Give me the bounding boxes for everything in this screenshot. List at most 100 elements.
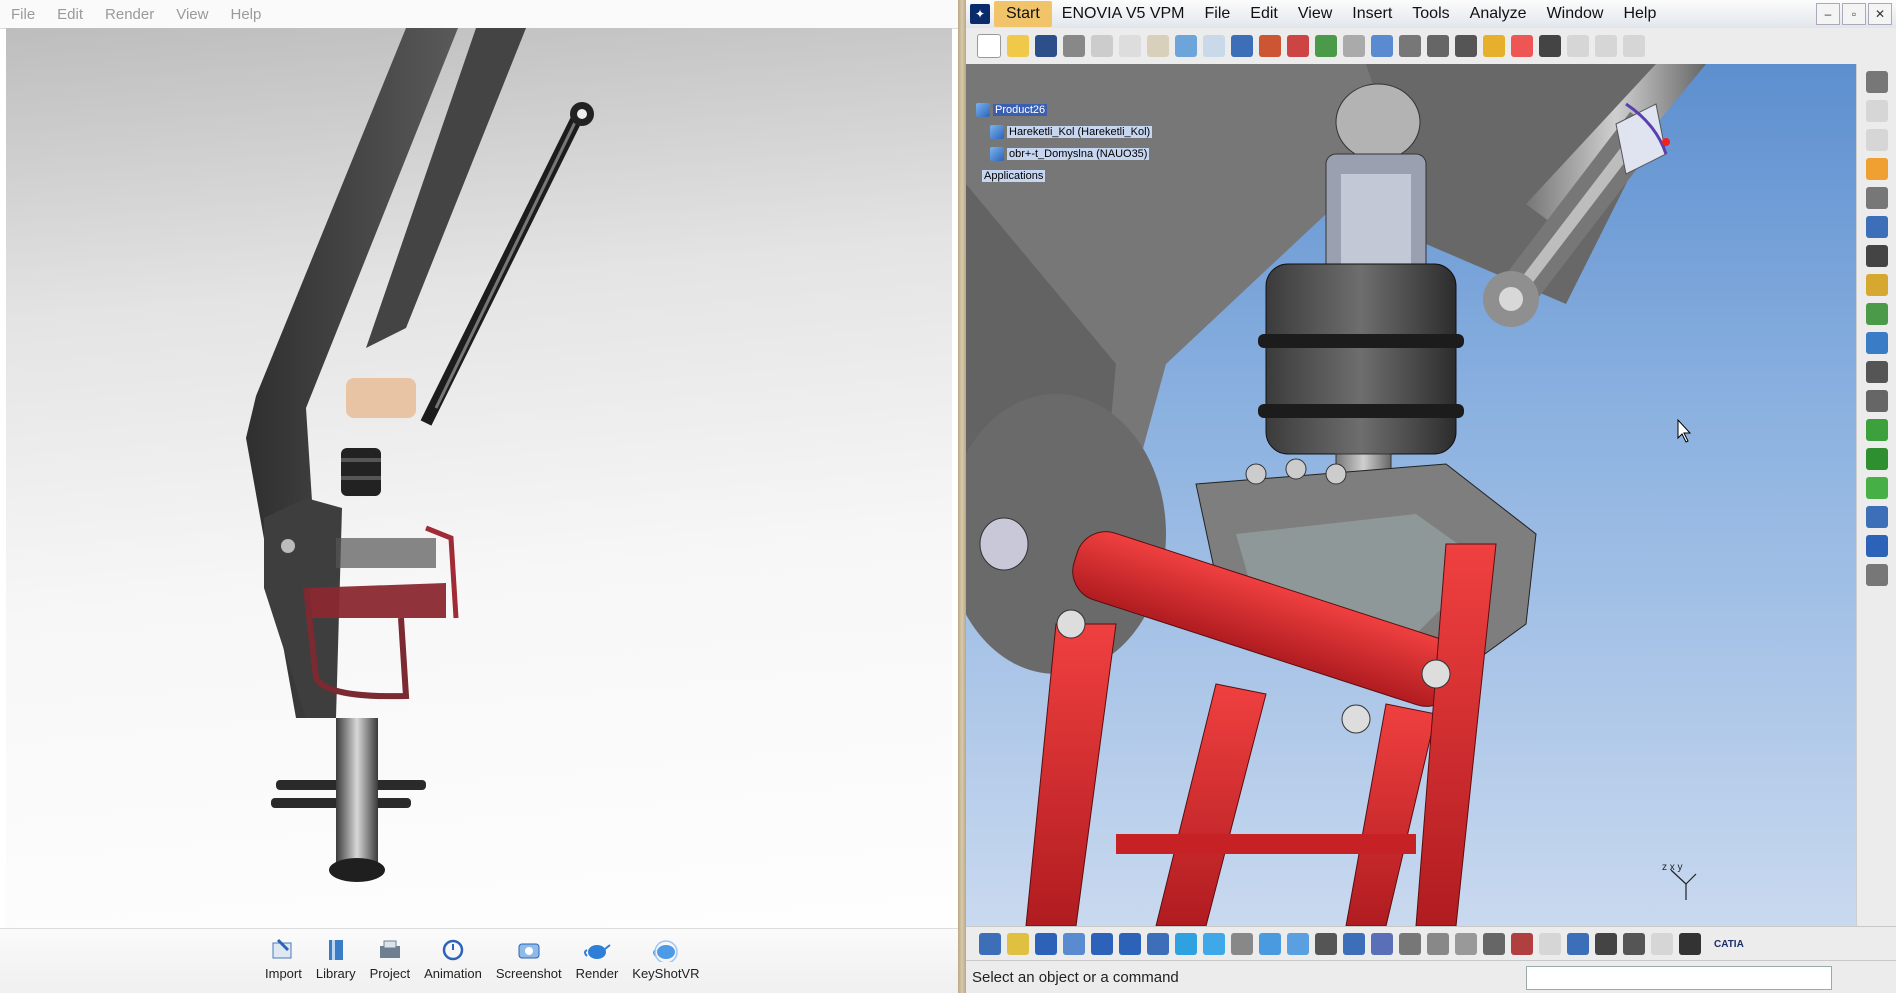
tree-node-obr[interactable]: obr+-t_Domyslna (NAUO35) xyxy=(990,146,1150,162)
menu-tools[interactable]: Tools xyxy=(1402,5,1459,23)
restore-icon[interactable]: ▫ xyxy=(1842,3,1866,25)
manipulate-icon[interactable] xyxy=(1427,35,1449,57)
disabled-tool-icon[interactable] xyxy=(1567,35,1589,57)
hide-show-icon[interactable] xyxy=(1259,933,1281,955)
part-icon[interactable] xyxy=(1866,303,1888,325)
multi-view-icon[interactable] xyxy=(1175,933,1197,955)
new-icon[interactable] xyxy=(977,34,1001,58)
menu-view[interactable]: View xyxy=(1288,5,1342,23)
grid-icon[interactable] xyxy=(1511,35,1533,57)
formula-icon[interactable] xyxy=(1595,933,1617,955)
constraint-green-icon[interactable] xyxy=(1866,477,1888,499)
whats-this-icon[interactable] xyxy=(1231,35,1253,57)
catia-3d-viewport[interactable]: z x y Product26 Hareketli_Kol (Hareketli… xyxy=(966,64,1856,926)
assembly-icon[interactable] xyxy=(1866,71,1888,93)
zoom-out-icon[interactable] xyxy=(1119,933,1141,955)
assembly-tool-icon[interactable] xyxy=(1539,933,1561,955)
paste-icon[interactable] xyxy=(1147,35,1169,57)
catia-app-icon[interactable]: ✦ xyxy=(970,4,990,24)
save-icon[interactable] xyxy=(1035,35,1057,57)
disabled-tool-icon[interactable] xyxy=(1866,100,1888,122)
pad-icon[interactable] xyxy=(1866,361,1888,383)
copy-icon[interactable] xyxy=(1119,35,1141,57)
print-icon[interactable] xyxy=(1063,35,1085,57)
tree-node-root[interactable]: Product26 xyxy=(976,102,1048,118)
menu-enovia[interactable]: ENOVIA V5 VPM xyxy=(1052,5,1195,23)
normal-view-icon[interactable] xyxy=(1147,933,1169,955)
menu-window[interactable]: Window xyxy=(1537,5,1614,23)
assembly-tool-icon[interactable] xyxy=(1483,933,1505,955)
project-button[interactable]: Project xyxy=(363,937,417,981)
lock-icon[interactable] xyxy=(1866,274,1888,296)
command-input[interactable] xyxy=(1526,966,1832,990)
import-button[interactable]: Import xyxy=(258,937,309,981)
tree-node-hareketli-kol[interactable]: Hareketli_Kol (Hareketli_Kol) xyxy=(990,124,1153,140)
assembly-tool-icon[interactable] xyxy=(1455,933,1477,955)
keyshotvr-button[interactable]: KeyShotVR xyxy=(625,937,706,981)
camera-icon[interactable] xyxy=(1315,933,1337,955)
sketch-icon[interactable] xyxy=(1866,332,1888,354)
cut-icon[interactable] xyxy=(1091,35,1113,57)
assembly-tool-icon[interactable] xyxy=(1399,933,1421,955)
fly-mode-icon[interactable] xyxy=(979,933,1001,955)
menu-view[interactable]: View xyxy=(165,6,219,23)
shading-icon[interactable] xyxy=(1231,933,1253,955)
iso-view-icon[interactable] xyxy=(1203,933,1225,955)
snap-icon[interactable] xyxy=(1455,35,1477,57)
menu-start[interactable]: Start xyxy=(994,1,1052,27)
explode-icon[interactable] xyxy=(1483,35,1505,57)
constraint-green-icon[interactable] xyxy=(1866,419,1888,441)
assembly-tool-icon[interactable] xyxy=(1427,933,1449,955)
menu-render[interactable]: Render xyxy=(94,6,165,23)
disabled-tool-icon[interactable] xyxy=(1623,35,1645,57)
assembly-tool-icon[interactable] xyxy=(1511,933,1533,955)
pan-icon[interactable] xyxy=(1035,933,1057,955)
properties-icon[interactable] xyxy=(1866,564,1888,586)
comment-icon[interactable] xyxy=(1623,933,1645,955)
section-icon[interactable] xyxy=(1866,245,1888,267)
open-icon[interactable] xyxy=(1007,35,1029,57)
assembly-tool-icon[interactable] xyxy=(1371,933,1393,955)
bill-of-material-icon[interactable] xyxy=(1539,35,1561,57)
render-button[interactable]: Render xyxy=(569,937,626,981)
assembly-tool-icon[interactable] xyxy=(1567,933,1589,955)
catalog-icon[interactable] xyxy=(1866,506,1888,528)
table-icon[interactable] xyxy=(1679,933,1701,955)
assembly-tool-icon[interactable] xyxy=(1343,933,1365,955)
tree-node-applications[interactable]: Applications xyxy=(982,168,1046,184)
redo-icon[interactable] xyxy=(1203,35,1225,57)
menu-file[interactable]: File xyxy=(0,6,46,23)
catalog-icon[interactable] xyxy=(1866,535,1888,557)
close-icon[interactable]: ✕ xyxy=(1868,3,1892,25)
constraint-green-icon[interactable] xyxy=(1866,448,1888,470)
undo-icon[interactable] xyxy=(1175,35,1197,57)
disabled-tool-icon[interactable] xyxy=(1595,35,1617,57)
move-icon[interactable] xyxy=(1866,187,1888,209)
menu-file[interactable]: File xyxy=(1195,5,1241,23)
product-icon[interactable] xyxy=(1259,35,1281,57)
fit-all-icon[interactable] xyxy=(1007,933,1029,955)
swap-icon[interactable] xyxy=(1287,933,1309,955)
menu-insert[interactable]: Insert xyxy=(1342,5,1402,23)
animation-button[interactable]: Animation xyxy=(417,937,489,981)
rotate-icon[interactable] xyxy=(1063,933,1085,955)
menu-analyze[interactable]: Analyze xyxy=(1460,5,1537,23)
measure-icon[interactable] xyxy=(1866,216,1888,238)
zoom-in-icon[interactable] xyxy=(1091,933,1113,955)
menu-help[interactable]: Help xyxy=(219,6,272,23)
disabled-tool-icon[interactable] xyxy=(1866,129,1888,151)
minimize-icon[interactable]: – xyxy=(1816,3,1840,25)
menu-help[interactable]: Help xyxy=(1613,5,1666,23)
keyshot-render-viewport[interactable] xyxy=(6,28,952,928)
pocket-icon[interactable] xyxy=(1866,390,1888,412)
select-arrow-icon[interactable] xyxy=(1866,158,1888,180)
component-icon[interactable] xyxy=(1315,35,1337,57)
disabled-tool-icon[interactable] xyxy=(1651,933,1673,955)
catalog-icon[interactable] xyxy=(1287,35,1309,57)
menu-edit[interactable]: Edit xyxy=(1240,5,1288,23)
constraint-icon[interactable] xyxy=(1399,35,1421,57)
update-icon[interactable] xyxy=(1343,35,1365,57)
menu-edit[interactable]: Edit xyxy=(46,6,94,23)
eraser-icon[interactable] xyxy=(1371,35,1393,57)
library-button[interactable]: Library xyxy=(309,937,363,981)
